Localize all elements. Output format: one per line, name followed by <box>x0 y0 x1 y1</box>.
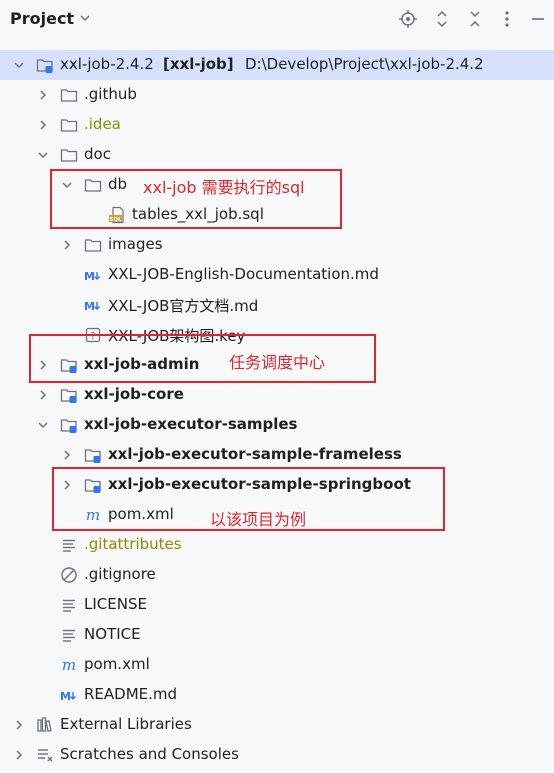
tree-label: xxl-job-core <box>84 385 184 403</box>
tree-row-project-root[interactable]: xxl-job-2.4.2 [xxl-job] D:\Develop\Proje… <box>0 50 554 80</box>
tree-row-md-english[interactable]: M XXL-JOB-English-Documentation.md <box>0 260 554 290</box>
collapse-all-icon[interactable] <box>465 9 485 29</box>
chevron-right-icon[interactable] <box>37 389 49 401</box>
expand-all-icon[interactable] <box>432 9 452 29</box>
chevron-right-icon[interactable] <box>13 749 25 761</box>
folder-icon <box>84 239 102 252</box>
chevron-down-icon[interactable] <box>37 419 49 431</box>
tree-label: .idea <box>84 115 121 133</box>
ignore-file-icon <box>61 567 77 583</box>
chevron-down-icon[interactable] <box>78 11 92 25</box>
module-folder-icon <box>84 449 101 463</box>
chevron-down-icon[interactable] <box>13 59 25 71</box>
tree-label: .gitignore <box>84 565 156 583</box>
module-folder-icon <box>60 389 77 403</box>
module-folder-icon <box>60 419 77 433</box>
library-icon <box>37 717 52 732</box>
tree-row-github[interactable]: .github <box>0 80 554 110</box>
svg-text:m: m <box>62 656 76 674</box>
tree-row-idea[interactable]: .idea <box>0 110 554 140</box>
annotation-text-springboot: 以该项目为例 <box>210 510 307 529</box>
chevron-right-icon[interactable] <box>13 719 25 731</box>
annotation-text-db: xxl-job 需要执行的sql <box>143 178 305 197</box>
annotation-text-admin: 任务调度中心 <box>229 353 326 372</box>
folder-icon <box>60 89 78 102</box>
text-file-icon <box>63 539 75 552</box>
tree-row-license[interactable]: LICENSE <box>0 590 554 620</box>
module-name-badge: [xxl-job] <box>163 55 234 73</box>
project-view-title[interactable]: Project <box>10 9 74 28</box>
locate-file-icon[interactable] <box>398 9 418 29</box>
tree-row-readme[interactable]: M README.md <box>0 680 554 710</box>
tree-row-doc[interactable]: doc <box>0 140 554 170</box>
project-path: D:\Develop\Project\xxl-job-2.4.2 <box>245 55 484 73</box>
tree-label: images <box>108 235 163 253</box>
tree-label: .gitattributes <box>84 535 182 553</box>
chevron-right-icon[interactable] <box>37 89 49 101</box>
maven-icon: m <box>62 656 76 674</box>
tree-label: xxl-job-executor-sample-frameless <box>108 445 402 463</box>
tree-label: XXL-JOB官方文档.md <box>108 297 259 315</box>
tree-label: pom.xml <box>84 655 150 673</box>
tree-row-notice[interactable]: NOTICE <box>0 620 554 650</box>
tree-row-executor-samples[interactable]: xxl-job-executor-samples <box>0 410 554 440</box>
svg-text:M: M <box>84 270 95 283</box>
tree-label: doc <box>84 145 111 163</box>
markdown-icon: M <box>60 690 76 703</box>
tree-row-gitattributes[interactable]: .gitattributes <box>0 530 554 560</box>
tree-label: xxl-job-2.4.2 <box>60 55 154 73</box>
chevron-down-icon[interactable] <box>37 149 49 161</box>
tree-label: xxl-job-executor-samples <box>84 415 298 433</box>
text-file-icon <box>63 629 75 642</box>
tree-label: XXL-JOB-English-Documentation.md <box>108 265 379 283</box>
project-toolwindow-header: Project <box>0 0 554 38</box>
folder-icon <box>60 119 78 132</box>
module-folder-icon <box>36 59 53 73</box>
chevron-right-icon[interactable] <box>37 119 49 131</box>
tree-label: LICENSE <box>84 595 147 613</box>
tree-label: .github <box>84 85 137 103</box>
chevron-right-icon[interactable] <box>61 239 73 251</box>
tree-row-gitignore[interactable]: .gitignore <box>0 560 554 590</box>
markdown-icon: M <box>84 270 100 283</box>
more-options-icon[interactable] <box>497 9 517 29</box>
tree-row-core-module[interactable]: xxl-job-core <box>0 380 554 410</box>
markdown-icon: M <box>84 300 100 313</box>
svg-text:M: M <box>84 300 95 313</box>
tree-row-root-pom[interactable]: m pom.xml <box>0 650 554 680</box>
tree-row-md-official[interactable]: M XXL-JOB官方文档.md <box>0 290 554 320</box>
tree-row-images[interactable]: images <box>0 230 554 260</box>
svg-text:M: M <box>60 690 71 703</box>
tree-label: README.md <box>84 685 178 703</box>
tree-row-external-libraries[interactable]: External Libraries <box>0 710 554 740</box>
chevron-right-icon[interactable] <box>61 449 73 461</box>
scratches-icon <box>38 749 53 762</box>
minimize-icon[interactable] <box>528 9 548 29</box>
tree-row-frameless-module[interactable]: xxl-job-executor-sample-frameless <box>0 440 554 470</box>
folder-icon <box>60 149 78 162</box>
tree-label: Scratches and Consoles <box>60 745 239 763</box>
text-file-icon <box>63 599 75 612</box>
tree-row-scratches[interactable]: Scratches and Consoles <box>0 740 554 770</box>
tree-label: NOTICE <box>84 625 141 643</box>
tree-label: External Libraries <box>60 715 192 733</box>
